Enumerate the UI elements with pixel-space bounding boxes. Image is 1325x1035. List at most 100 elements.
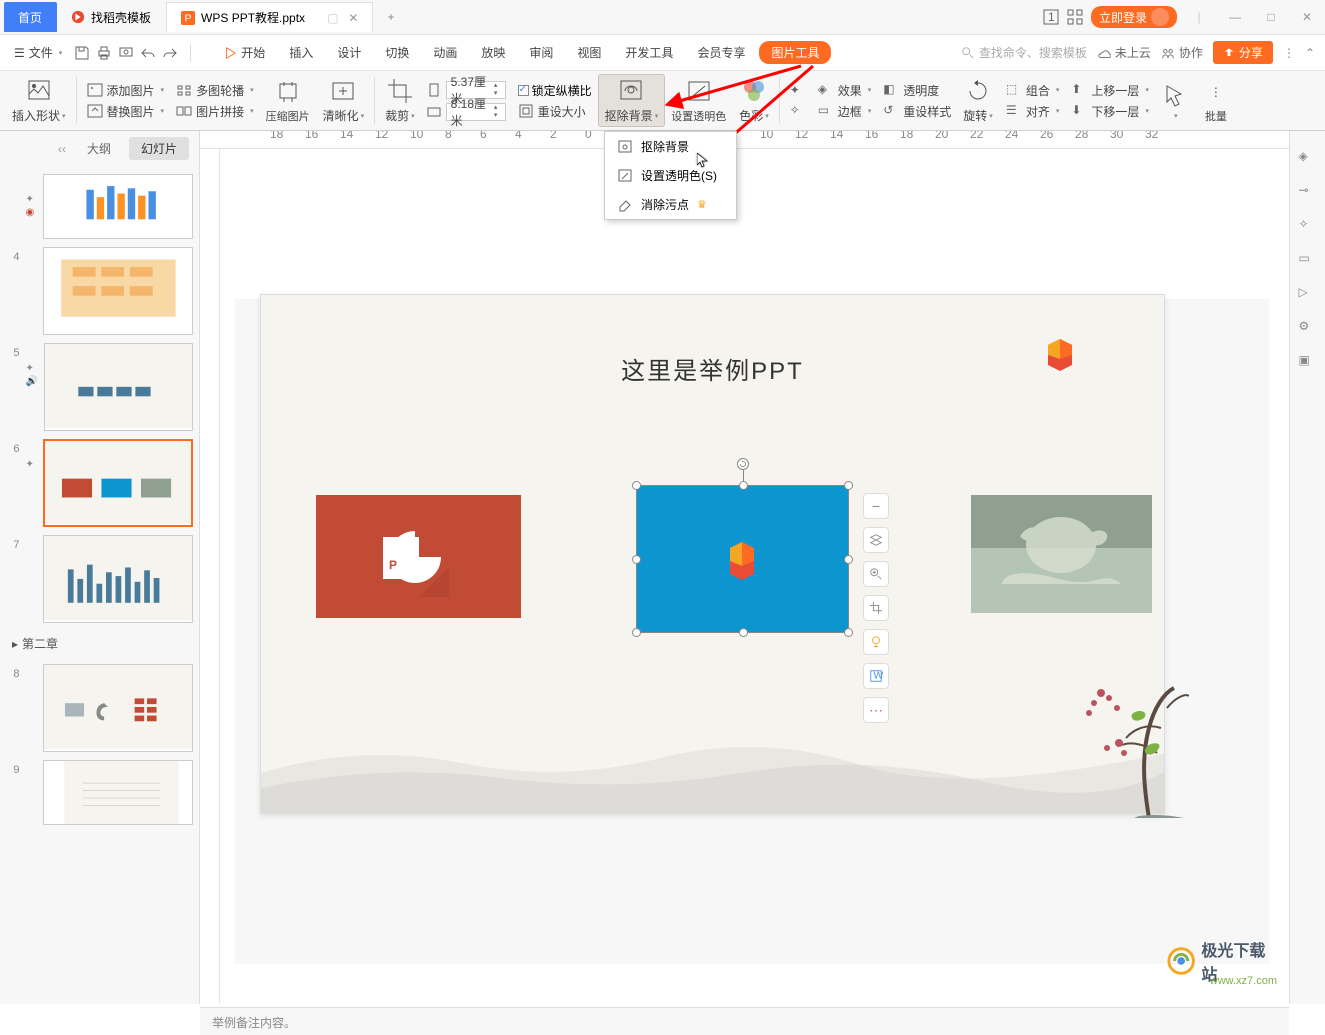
tab-current-file[interactable]: P WPS PPT教程.pptx ▢ ✕ xyxy=(166,2,373,32)
rsb-play-icon[interactable]: ▷ xyxy=(1299,285,1317,303)
handle-tl[interactable] xyxy=(632,481,641,490)
thumb-3-partial[interactable]: ✦◉ xyxy=(0,170,199,243)
rsb-book-icon[interactable]: ▣ xyxy=(1299,353,1317,371)
minimize-button[interactable]: — xyxy=(1221,4,1249,30)
thumb-6[interactable]: 6 ✦ xyxy=(0,435,199,531)
tab-templates[interactable]: 找稻壳模板 xyxy=(57,2,166,32)
float-crop[interactable] xyxy=(863,595,889,621)
save-icon[interactable] xyxy=(74,45,90,61)
tab-home[interactable]: 首页 xyxy=(4,2,57,32)
ribbon-move-down[interactable]: ⬇下移一层▾ xyxy=(1071,103,1149,120)
ribbon-batch[interactable]: ⋮ 批量 xyxy=(1196,78,1237,124)
menu-member[interactable]: 会员专享 xyxy=(687,41,755,64)
menu-design[interactable]: 设计 xyxy=(327,41,371,64)
preview-icon[interactable] xyxy=(118,45,134,61)
thumbnail-list[interactable]: ✦◉ 4 5 ✦🔊 6 ✦ 7 ▸ 第 xyxy=(0,166,199,1004)
tab-outline[interactable]: 大纲 xyxy=(75,137,123,160)
grid-icon[interactable] xyxy=(1067,9,1083,25)
float-decrease[interactable]: − xyxy=(863,493,889,519)
float-idea[interactable] xyxy=(863,629,889,655)
tab-new[interactable]: + xyxy=(373,2,409,32)
tab-slides[interactable]: 幻灯片 xyxy=(129,137,189,160)
print-icon[interactable] xyxy=(96,45,112,61)
panel-collapse-icon[interactable]: ‹‹ xyxy=(55,137,69,160)
thumb-7[interactable]: 7 xyxy=(0,531,199,627)
handle-ml[interactable] xyxy=(632,555,641,564)
rsb-gear-icon[interactable]: ⚙ xyxy=(1299,319,1317,337)
ribbon-border[interactable]: ▭边框▾ xyxy=(818,103,872,120)
tab-close-icon[interactable]: ✕ xyxy=(348,11,358,25)
ribbon-remove-bg[interactable]: 抠除背景▾ xyxy=(598,74,666,127)
menu-transition[interactable]: 切换 xyxy=(375,41,419,64)
ribbon-select[interactable]: ▾ xyxy=(1155,82,1196,120)
ribbon-add-image[interactable]: 添加图片▾ xyxy=(87,82,165,99)
section-header[interactable]: ▸ 第二章 xyxy=(0,627,199,660)
rsb-image-icon[interactable]: ▭ xyxy=(1299,251,1317,269)
ribbon-reset-style[interactable]: ↺重设样式 xyxy=(883,103,951,120)
width-up[interactable]: ▴ xyxy=(491,82,501,90)
layout-icon[interactable]: 1 xyxy=(1043,9,1059,25)
lock-ratio-checkbox[interactable]: 锁定纵横比 xyxy=(518,82,592,99)
ribbon-effect[interactable]: ◈效果▾ xyxy=(818,82,872,99)
menu-review[interactable]: 审阅 xyxy=(519,41,563,64)
handle-br[interactable] xyxy=(844,628,853,637)
menu-animation[interactable]: 动画 xyxy=(423,41,467,64)
handle-tr[interactable] xyxy=(844,481,853,490)
maximize-button[interactable]: □ xyxy=(1257,4,1285,30)
rsb-settings-icon[interactable]: ⊸ xyxy=(1299,183,1317,201)
handle-bc[interactable] xyxy=(739,628,748,637)
width-down[interactable]: ▾ xyxy=(491,90,501,98)
height-input[interactable]: 8.18厘米▴▾ xyxy=(446,103,506,121)
menu-view[interactable]: 视图 xyxy=(567,41,611,64)
undo-icon[interactable] xyxy=(140,45,156,61)
slide-image-red[interactable]: P xyxy=(316,495,521,618)
slide-viewport[interactable]: 这里是举例PPT P xyxy=(235,299,1269,964)
thumb-4[interactable]: 4 xyxy=(0,243,199,339)
float-layers[interactable] xyxy=(863,527,889,553)
float-zoom[interactable] xyxy=(863,561,889,587)
handle-tc[interactable] xyxy=(739,481,748,490)
ribbon-multi-outline[interactable]: 多图轮播▾ xyxy=(176,82,254,99)
ribbon-image-stitch[interactable]: 图片拼接▾ xyxy=(176,103,254,120)
ribbon-reset-size[interactable]: 重设大小 xyxy=(518,103,592,120)
menu-start[interactable]: 开始 xyxy=(213,41,275,64)
ribbon-replace-image[interactable]: 替换图片▾ xyxy=(87,103,165,120)
menu-more-icon[interactable]: ⋮ xyxy=(1283,46,1295,60)
height-down[interactable]: ▾ xyxy=(491,112,501,120)
file-menu[interactable]: ☰ 文件▾ xyxy=(10,44,66,61)
ribbon-insert-shape[interactable]: 插入形状▾ xyxy=(6,77,77,124)
height-up[interactable]: ▴ xyxy=(491,104,501,112)
ribbon-compress[interactable]: 压缩图片 xyxy=(260,78,317,124)
handle-bl[interactable] xyxy=(632,628,641,637)
redo-icon[interactable] xyxy=(162,45,178,61)
slide-image-blue-selected[interactable] xyxy=(636,485,849,633)
menu-insert[interactable]: 插入 xyxy=(279,41,323,64)
ribbon-align[interactable]: ☰对齐▾ xyxy=(1006,103,1060,120)
thumb-5[interactable]: 5 ✦🔊 xyxy=(0,339,199,435)
login-button[interactable]: 立即登录 xyxy=(1091,6,1177,28)
thumb-8[interactable]: 8 xyxy=(0,660,199,756)
ribbon-color[interactable]: 色彩▾ xyxy=(733,77,780,124)
ribbon-group[interactable]: ⬚组合▾ xyxy=(1006,82,1060,99)
search-commands[interactable]: 查找命令、搜索模板 xyxy=(961,44,1087,61)
ribbon-clarify[interactable]: 清晰化▾ xyxy=(317,77,376,124)
handle-mr[interactable] xyxy=(844,555,853,564)
ribbon-transparency[interactable]: ◧透明度 xyxy=(883,82,951,99)
menu-picture-tools[interactable]: 图片工具 xyxy=(759,41,831,64)
float-text[interactable]: W xyxy=(863,663,889,689)
menu-devtools[interactable]: 开发工具 xyxy=(615,41,683,64)
ribbon-sparkle2[interactable]: ✧ xyxy=(790,103,806,119)
rsb-shape-icon[interactable]: ✧ xyxy=(1299,217,1317,235)
dd-remove-bg[interactable]: 抠除背景 xyxy=(605,132,736,161)
notes-bar[interactable]: 举例备注内容。 xyxy=(200,1007,1289,1035)
rotate-handle[interactable] xyxy=(737,458,749,470)
close-button[interactable]: ✕ xyxy=(1293,4,1321,30)
rsb-diamond-icon[interactable]: ◈ xyxy=(1299,149,1317,167)
ribbon-collapse-icon[interactable]: ⌃ xyxy=(1305,46,1315,60)
ribbon-set-trans[interactable]: 设置透明色 xyxy=(665,78,733,124)
cloud-status[interactable]: 未上云 xyxy=(1097,44,1151,61)
ribbon-crop[interactable]: 裁剪▾ xyxy=(379,77,422,124)
thumb-9[interactable]: 9 xyxy=(0,756,199,829)
share-button[interactable]: 分享 xyxy=(1213,41,1273,64)
ribbon-sparkle1[interactable]: ✦ xyxy=(790,83,806,99)
